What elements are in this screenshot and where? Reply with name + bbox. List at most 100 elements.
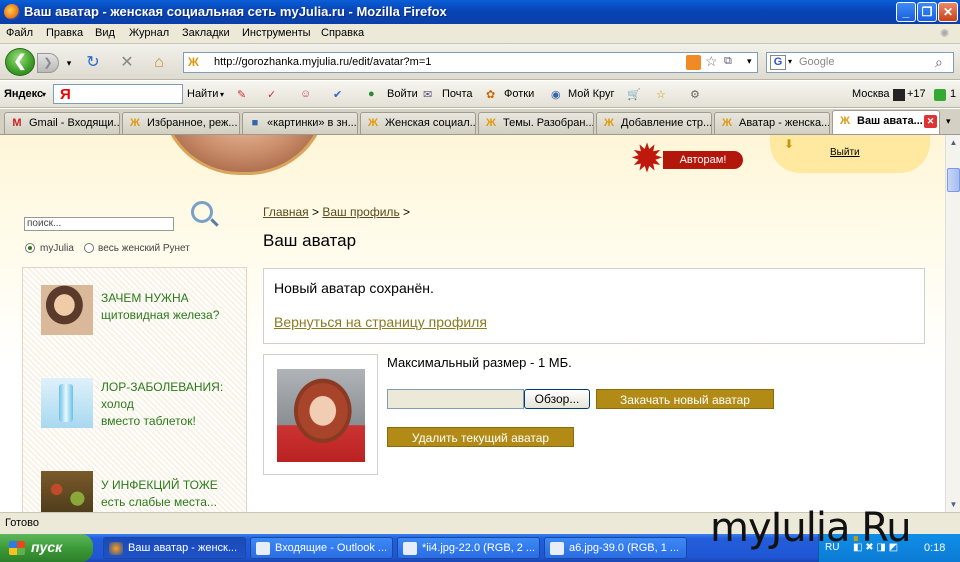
tab-topics[interactable]: Ж Темы. Разобран... [478, 112, 594, 134]
search-go-icon[interactable]: ⌕ [935, 54, 943, 71]
throbber-icon: ✺ [940, 28, 950, 40]
menu-view[interactable]: Вид [95, 27, 115, 39]
tab-pictures[interactable]: ■ «картинки» в зн... [242, 112, 358, 134]
bookmarks-star-icon[interactable]: ☆ [656, 88, 666, 101]
task-outlook[interactable]: Входящие - Outlook ... [250, 537, 393, 559]
tab-social-network[interactable]: Ж Женская социал... [360, 112, 476, 134]
yandex-find-button[interactable]: Найти [187, 88, 218, 100]
find-dropdown-icon[interactable]: ▾ [220, 90, 224, 99]
tab-favorites[interactable]: Ж Избранное, реж... [122, 112, 240, 134]
bookmark-star-icon[interactable]: ☆ [705, 53, 718, 70]
authors-badge[interactable]: ✹ Авторам! [625, 139, 743, 179]
tab-avatar[interactable]: Ж Аватар - женска... [714, 112, 830, 134]
spellcheck-icon[interactable]: ✓ [267, 88, 276, 101]
delete-avatar-button[interactable]: Удалить текущий аватар [387, 427, 574, 447]
google-engine-icon[interactable]: G [770, 55, 786, 70]
address-bar[interactable]: Ж http://gorozhanka.myjulia.ru/edit/avat… [183, 52, 758, 73]
promo-image[interactable] [41, 378, 93, 428]
maximize-button[interactable]: ❐ [917, 2, 937, 22]
home-icon[interactable]: ⌂ [150, 54, 168, 72]
tab-label: Аватар - женска... [739, 117, 830, 129]
menu-history[interactable]: Журнал [129, 27, 169, 39]
close-button[interactable]: ✕ [938, 2, 958, 22]
minimize-button[interactable]: _ [896, 2, 916, 22]
logout-link[interactable]: Выйти [830, 147, 860, 158]
menu-bar: Файл Правка Вид Журнал Закладки Инструме… [0, 24, 960, 44]
yandex-mykrug-button[interactable]: Мой Круг [568, 88, 615, 100]
promo-line: щитовидная железа? [101, 308, 220, 322]
notification-icon[interactable] [934, 89, 946, 101]
vertical-scrollbar[interactable]: ▲ ▼ [945, 135, 960, 512]
rss-icon[interactable] [686, 55, 701, 70]
highlight-icon[interactable]: ✎ [237, 88, 246, 101]
translate-icon[interactable]: ⧉ [724, 55, 732, 68]
menu-edit[interactable]: Правка [46, 27, 83, 39]
promo-text[interactable]: ЗАЧЕМ НУЖНА щитовидная железа? [101, 290, 219, 324]
promo-line: ЛОР-ЗАБОЛЕВАНИЯ: [101, 380, 224, 394]
weather-temp[interactable]: +17 [907, 88, 926, 100]
task-gimp-1[interactable]: *ii4.jpg-22.0 (RGB, 2 ... [397, 537, 540, 559]
tab-list-icon[interactable]: ▾ [946, 116, 951, 127]
tab-close-icon[interactable]: ✕ [924, 115, 937, 128]
scroll-down-icon[interactable]: ▼ [947, 498, 960, 511]
upload-avatar-button[interactable]: Закачать новый аватар [596, 389, 774, 409]
search-box[interactable]: G ▾ Google ⌕ [766, 52, 954, 73]
reload-icon[interactable]: ↻ [84, 54, 102, 72]
task-firefox[interactable]: Ваш аватар - женск... [103, 537, 246, 559]
avatar-frame [263, 354, 378, 475]
file-path-input[interactable] [387, 389, 524, 409]
start-button[interactable]: пуск [0, 534, 93, 562]
url-dropdown-icon[interactable]: ▾ [747, 56, 752, 67]
yandex-dropdown-icon[interactable]: ▾ [42, 90, 46, 99]
radio-runet-label: весь женский Рунет [98, 243, 190, 254]
breadcrumb-separator: > [399, 205, 411, 219]
stop-icon[interactable]: ✕ [118, 54, 136, 72]
yandex-logo[interactable]: Яндекс [4, 88, 43, 100]
myjulia-favicon-icon: Ж [130, 117, 140, 129]
url-text[interactable]: http://gorozhanka.myjulia.ru/edit/avatar… [214, 56, 431, 68]
task-gimp-2[interactable]: a6.jpg-39.0 (RGB, 1 ... [544, 537, 687, 559]
back-to-profile-link[interactable]: Вернуться на страницу профиля [274, 314, 487, 330]
menu-help[interactable]: Справка [321, 27, 364, 39]
translate-word-icon[interactable]: ☺ [300, 88, 311, 100]
back-button[interactable]: ❮ [5, 48, 35, 76]
scrollbar-thumb[interactable] [947, 168, 960, 192]
yandex-mail-button[interactable]: Почта [442, 88, 473, 100]
settings-gear-icon[interactable]: ⚙ [690, 88, 700, 101]
breadcrumb-profile[interactable]: Ваш профиль [322, 205, 399, 219]
site-search-input[interactable]: поиск... [24, 217, 174, 231]
forward-button[interactable]: ❯ [37, 53, 59, 73]
yandex-photos-button[interactable]: Фотки [504, 88, 534, 100]
radio-myjulia[interactable] [25, 243, 35, 253]
menu-tools[interactable]: Инструменты [242, 27, 311, 39]
promo-text[interactable]: У ИНФЕКЦИЙ ТОЖЕ есть слабые места... [101, 477, 218, 511]
yandex-search-input[interactable]: Я [53, 84, 183, 104]
radio-runet[interactable] [84, 243, 94, 253]
authors-label[interactable]: Авторам! [663, 151, 743, 169]
breadcrumb-home[interactable]: Главная [263, 205, 309, 219]
search-icon[interactable] [191, 201, 213, 223]
menu-bookmarks[interactable]: Закладки [182, 27, 230, 39]
search-placeholder: Google [799, 56, 835, 68]
yandex-login-button[interactable]: Войти [387, 88, 418, 100]
promo-line: ЗАЧЕМ НУЖНА [101, 291, 189, 305]
weather-city[interactable]: Москва [852, 88, 890, 100]
breadcrumb-separator: > [308, 205, 323, 219]
market-icon[interactable]: 🛒 [627, 88, 641, 101]
tab-your-avatar[interactable]: Ж Ваш авата... ✕ [832, 110, 940, 134]
browse-button[interactable]: Обзор... [524, 389, 590, 409]
engine-dropdown-icon[interactable]: ▾ [788, 57, 792, 66]
weather-icon [893, 89, 905, 101]
promo-text[interactable]: ЛОР-ЗАБОЛЕВАНИЯ: холод вместо таблеток! [101, 379, 223, 430]
tab-add-page[interactable]: Ж Добавление стр... [596, 112, 712, 134]
notice-message: Новый аватар сохранён. [274, 280, 434, 296]
tab-gmail[interactable]: M Gmail - Входящи... [4, 112, 120, 134]
promo-image[interactable] [41, 471, 93, 512]
menu-file[interactable]: Файл [6, 27, 33, 39]
scroll-up-icon[interactable]: ▲ [947, 136, 960, 149]
promo-image[interactable] [41, 285, 93, 335]
arrow-down-icon: ⬇ [784, 137, 795, 151]
login-icon: ● [368, 88, 375, 100]
abc-check-icon[interactable]: ✔ [333, 88, 342, 101]
history-dropdown-icon[interactable]: ▾ [60, 54, 78, 72]
